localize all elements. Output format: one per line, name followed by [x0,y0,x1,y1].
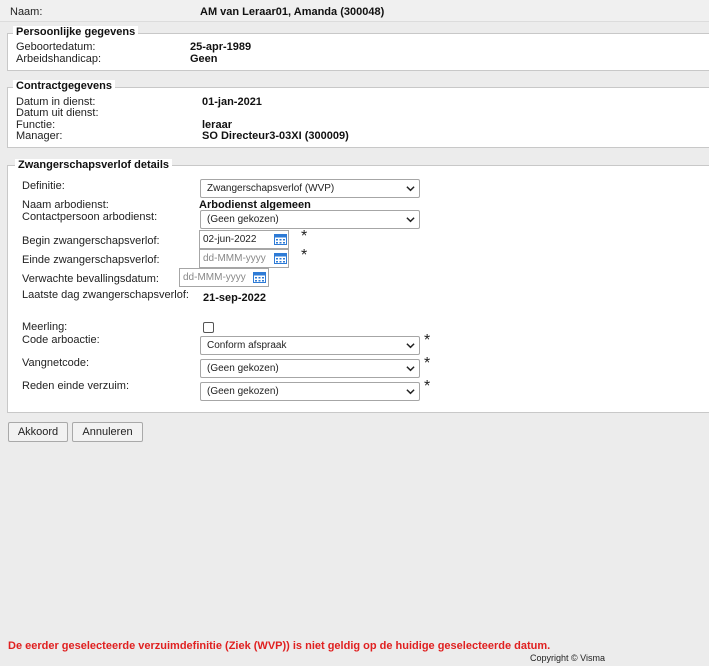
personal-legend: Persoonlijke gegevens [13,26,139,38]
calendar-icon[interactable] [274,233,287,245]
akkoord-button[interactable]: Akkoord [8,422,68,442]
reden-select-value: (Geen gekozen) [207,386,279,397]
required-mark: * [424,378,431,395]
manager-value: SO Directeur3-03XI (300009) [202,130,349,142]
copyright: Copyright © Visma [530,653,605,663]
reden-select[interactable]: (Geen gekozen) [200,382,420,401]
contact-label: Contactpersoon arbodienst: [22,211,158,223]
expected-label: Verwachte bevallingsdatum: [22,273,159,285]
annuleren-button[interactable]: Annuleren [72,422,143,442]
lastday-label: Laatste dag zwangerschapsverlof: [22,289,189,301]
definition-select-value: Zwangerschapsverlof (WVP) [207,183,335,194]
manager-label: Manager: [16,130,63,142]
code-label: Code arboactie: [22,334,100,346]
arbodienst-label: Naam arbodienst: [22,199,109,211]
begin-date-value: 02-jun-2022 [203,234,257,245]
code-select-value: Conform afspraak [207,340,287,351]
einde-label: Einde zwangerschapsverlof: [22,254,160,266]
contact-select[interactable]: (Geen gekozen) [200,210,420,229]
header-bar: Naam: AM van Leraar01, Amanda (300048) [0,0,709,22]
meerling-label: Meerling: [22,321,68,333]
chevron-down-icon [406,217,415,223]
required-mark: * [301,228,308,245]
error-message: De eerder geselecteerde verzuimdefinitie… [8,640,551,652]
meerling-checkbox[interactable] [203,322,214,333]
code-select[interactable]: Conform afspraak [200,336,420,355]
contract-panel [7,87,709,148]
leave-legend: Zwangerschapsverlof details [15,159,172,171]
chevron-down-icon [406,389,415,395]
reden-label: Reden einde verzuim: [22,380,130,392]
vangnet-select-value: (Geen gekozen) [207,363,279,374]
birth-value: 25-apr-1989 [190,41,252,53]
personal-panel [7,33,709,71]
contract-legend: Contractgegevens [13,80,115,92]
lastday-value: 21-sep-2022 [203,292,266,304]
handicap-label: Arbeidshandicap: [16,53,102,65]
chevron-down-icon [406,343,415,349]
end-label: Datum uit dienst: [16,107,99,119]
required-mark: * [301,247,308,264]
einde-date-placeholder: dd-MMM-yyyy [203,253,266,264]
vangnet-select[interactable]: (Geen gekozen) [200,359,420,378]
chevron-down-icon [406,366,415,372]
definition-select[interactable]: Zwangerschapsverlof (WVP) [200,179,420,198]
vangnet-label: Vangnetcode: [22,357,90,369]
calendar-icon[interactable] [274,252,287,264]
required-mark: * [424,332,431,349]
birth-label: Geboortedatum: [16,41,96,53]
chevron-down-icon [406,186,415,192]
handicap-value: Geen [190,53,218,65]
required-mark: * [424,355,431,372]
calendar-icon[interactable] [253,271,266,283]
contact-select-value: (Geen gekozen) [207,214,279,225]
name-value: AM van Leraar01, Amanda (300048) [200,6,385,18]
name-label: Naam: [10,6,43,18]
definition-label: Definitie: [22,180,65,192]
begin-label: Begin zwangerschapsverlof: [22,235,160,247]
expected-date-placeholder: dd-MMM-yyyy [183,272,246,283]
start-value: 01-jan-2021 [202,96,262,108]
